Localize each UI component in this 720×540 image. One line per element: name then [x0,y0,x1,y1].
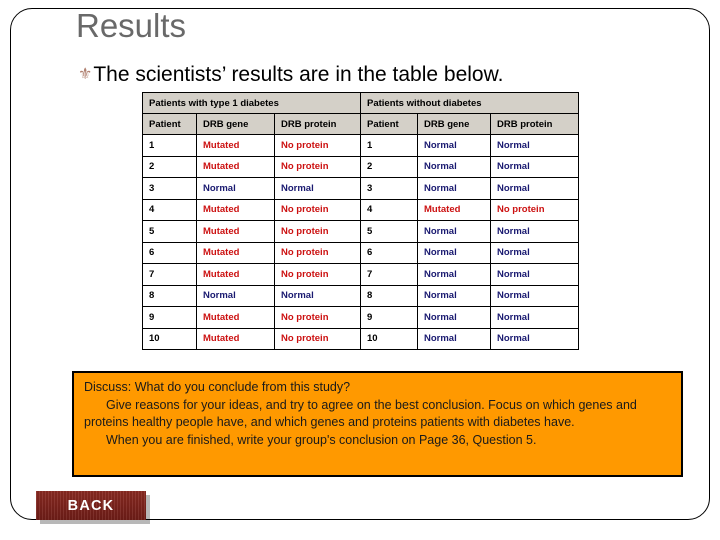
protein-cell-left: No protein [274,155,361,178]
patient-cell-left: 2 [142,155,197,178]
table-row: 10 Mutated No protein 10 Normal Normal [142,327,579,350]
protein-cell-left: No protein [274,241,361,264]
patient-cell-left: 5 [142,220,197,243]
bullet-line: ⚜ The scientists’ results are in the tab… [78,63,503,87]
gene-cell-right: Normal [417,177,491,200]
protein-cell-left: No protein [274,306,361,329]
gene-cell-right: Normal [417,220,491,243]
protein-cell-right: Normal [490,327,579,350]
protein-cell-right: Normal [490,306,579,329]
protein-cell-left: Normal [274,177,361,200]
protein-cell-left: No protein [274,263,361,286]
protein-cell-right: Normal [490,134,579,157]
protein-cell-left: No protein [274,220,361,243]
patient-cell-left: 4 [142,198,197,221]
table-row: 7 Mutated No protein 7 Normal Normal [142,263,579,286]
col-header-patient-left: Patient [142,113,197,135]
gene-cell-left: Mutated [196,306,275,329]
col-header-protein-right: DRB protein [490,113,579,135]
gene-cell-right: Normal [417,306,491,329]
patient-cell-left: 6 [142,241,197,264]
protein-cell-left: No protein [274,327,361,350]
protein-cell-right: Normal [490,177,579,200]
bullet-text: The scientists’ results are in the table… [93,63,504,86]
gene-cell-right: Normal [417,327,491,350]
gene-cell-left: Mutated [196,241,275,264]
gene-cell-right: Normal [417,284,491,307]
table-row: 5 Mutated No protein 5 Normal Normal [142,220,579,243]
protein-cell-right: Normal [490,220,579,243]
patient-cell-right: 7 [360,263,418,286]
gene-cell-left: Mutated [196,155,275,178]
protein-cell-right: Normal [490,263,579,286]
patient-cell-right: 6 [360,241,418,264]
gene-cell-left: Mutated [196,263,275,286]
gene-cell-left: Normal [196,284,275,307]
table-body: 1 Mutated No protein 1 Normal Normal 2 Mutated N… [142,134,579,350]
results-table: Patients with type 1 diabetes Patients w… [142,92,579,350]
table-head: Patients with type 1 diabetes Patients w… [142,92,579,135]
discussion-box: Discuss: What do you conclude from this … [72,371,683,477]
ornament-bullet-icon: ⚜ [78,66,93,83]
patient-cell-right: 10 [360,327,418,350]
col-header-patient-right: Patient [360,113,418,135]
discussion-line-1: Discuss: What do you conclude from this … [84,380,351,394]
patient-cell-left: 1 [142,134,197,157]
discussion-line-2: Give reasons for your ideas, and try to … [84,397,637,430]
table-row: 3 Normal Normal 3 Normal Normal [142,177,579,200]
table-row: 6 Mutated No protein 6 Normal Normal [142,241,579,264]
discussion-line-3: When you are finished, write your group'… [106,432,537,447]
patient-cell-left: 10 [142,327,197,350]
table-group-header-row: Patients with type 1 diabetes Patients w… [142,92,579,114]
col-header-gene-right: DRB gene [417,113,491,135]
gene-cell-left: Mutated [196,220,275,243]
protein-cell-right: Normal [490,155,579,178]
back-button[interactable]: BACK [36,491,146,520]
table-row: 9 Mutated No protein 9 Normal Normal [142,306,579,329]
gene-cell-right: Normal [417,263,491,286]
gene-cell-right: Normal [417,134,491,157]
table-column-header-row: Patient DRB gene DRB protein Patient DRB… [142,113,579,135]
col-header-protein-left: DRB protein [274,113,361,135]
protein-cell-right: Normal [490,241,579,264]
gene-cell-right: Normal [417,155,491,178]
protein-cell-left: Normal [274,284,361,307]
patient-cell-right: 2 [360,155,418,178]
patient-cell-right: 1 [360,134,418,157]
protein-cell-left: No protein [274,198,361,221]
patient-cell-left: 8 [142,284,197,307]
gene-cell-right: Mutated [417,198,491,221]
group-header-nodiabetes: Patients without diabetes [360,92,579,114]
gene-cell-right: Normal [417,241,491,264]
gene-cell-left: Normal [196,177,275,200]
gene-cell-left: Mutated [196,134,275,157]
protein-cell-left: No protein [274,134,361,157]
col-header-gene-left: DRB gene [196,113,275,135]
table-row: 4 Mutated No protein 4 Mutated No protein [142,198,579,221]
table-row: 2 Mutated No protein 2 Normal Normal [142,155,579,178]
group-header-type1: Patients with type 1 diabetes [142,92,361,114]
patient-cell-right: 8 [360,284,418,307]
gene-cell-left: Mutated [196,198,275,221]
patient-cell-left: 7 [142,263,197,286]
protein-cell-right: No protein [490,198,579,221]
table-row: 8 Normal Normal 8 Normal Normal [142,284,579,307]
page-title: Results [76,7,187,44]
patient-cell-right: 4 [360,198,418,221]
patient-cell-left: 9 [142,306,197,329]
patient-cell-right: 3 [360,177,418,200]
gene-cell-left: Mutated [196,327,275,350]
back-button-label: BACK [67,497,115,514]
patient-cell-right: 9 [360,306,418,329]
protein-cell-right: Normal [490,284,579,307]
patient-cell-left: 3 [142,177,197,200]
table-row: 1 Mutated No protein 1 Normal Normal [142,134,579,157]
patient-cell-right: 5 [360,220,418,243]
